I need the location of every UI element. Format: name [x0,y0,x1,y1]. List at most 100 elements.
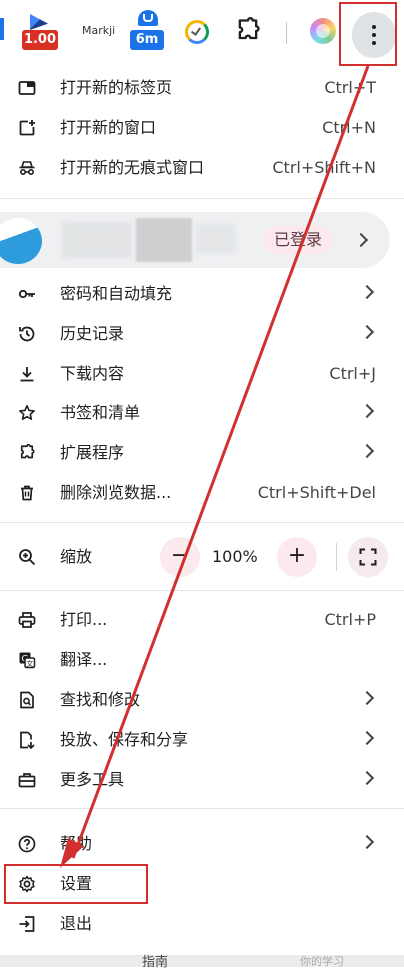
menu-item-shortcut: Ctrl+Shift+N [272,158,376,177]
menu-item-shortcut: Ctrl+T [324,78,376,97]
extensions-button[interactable] [232,10,264,52]
menu-item-label: 密码和自动填充 [60,284,173,303]
chevron-right-icon [359,324,375,340]
avatar [310,18,336,44]
download-icon [20,367,34,382]
menu-separator [0,590,404,591]
menu-item-label: 帮助 [60,834,93,853]
translate-icon: G文 [19,652,36,669]
menu-item-label: 打开新的标签页 [60,78,173,97]
zoom-out-button[interactable]: − [160,537,200,577]
chevron-right-icon [353,232,369,248]
history-icon [19,326,35,342]
menu-item-exit[interactable]: 退出 [0,904,404,944]
menu-item-label: 下载内容 [60,364,125,383]
menu-item-new-tab[interactable]: 打开新的标签页 Ctrl+T [0,68,404,108]
chevron-right-icon [359,403,375,419]
zoom-in-icon [19,549,36,566]
menu-item-label: 退出 [60,914,93,933]
menu-item-help[interactable]: 帮助 [0,824,404,864]
menu-item-passwords[interactable]: 密码和自动填充 [0,274,404,314]
chevron-right-icon [359,730,375,746]
menu-item-label: 更多工具 [60,770,125,789]
menu-item-label: 删除浏览数据... [60,483,172,502]
save-share-icon [20,731,35,749]
play-icon [30,14,48,30]
fullscreen-icon [359,548,377,566]
markji-extension-button[interactable]: Markji [72,10,122,52]
exit-icon [19,916,35,932]
menu-item-downloads[interactable]: 下载内容 Ctrl+J [0,354,404,394]
trash-icon [21,485,33,501]
zoom-in-button[interactable]: + [277,537,317,577]
menu-item-zoom: 缩放 − 100% + [0,535,404,579]
menu-item-more-tools[interactable]: 更多工具 [0,760,404,800]
page-behind-strip: 指南 你的学习 [0,955,404,970]
incognito-icon [19,161,35,176]
timer-extension-button[interactable]: 6m [126,10,166,52]
chevron-right-icon [359,770,375,786]
menu-item-shortcut: Ctrl+N [322,118,376,137]
menu-item-bookmarks[interactable]: 书签和清单 [0,393,404,433]
timer-badge: 6m [130,30,164,50]
browser-toolbar: 1.00 Markji 6m [0,0,404,66]
find-in-page-icon [20,691,34,709]
menu-item-label: 书签和清单 [60,403,141,422]
profile-name-redacted [62,222,132,258]
fullscreen-button[interactable] [348,537,388,577]
menu-item-new-window[interactable]: 打开新的窗口 Ctrl+N [0,108,404,148]
menu-separator [0,808,404,809]
annotation-box-settings [4,864,148,904]
menu-item-shortcut: Ctrl+Shift+Del [257,483,376,502]
new-window-icon [19,120,35,136]
menu-item-shortcut: Ctrl+P [324,610,376,629]
menu-item-extensions[interactable]: 扩展程序 [0,433,404,473]
chevron-right-icon [359,834,375,850]
puzzle-icon [238,17,260,40]
menu-item-history[interactable]: 历史记录 [0,314,404,354]
new-tab-icon [18,81,36,95]
puzzle-icon [20,444,35,459]
help-icon [18,835,36,853]
profile-row[interactable]: 已登录 [0,212,390,268]
menu-item-label: 扩展程序 [60,443,125,462]
tab-text: 指南 [142,955,169,970]
profile-avatar-button[interactable] [306,10,338,52]
speed-badge: 1.00 [22,30,58,50]
toolbar-divider [286,22,287,44]
menu-item-label: 翻译... [60,650,108,669]
key-icon [18,289,35,299]
speed-extension-button[interactable]: 1.00 [0,10,62,52]
clock-extension-button[interactable] [180,10,212,52]
menu-item-print[interactable]: 打印... Ctrl+P [0,600,404,640]
zoom-divider [336,543,337,571]
menu-item-incognito[interactable]: 打开新的无痕式窗口 Ctrl+Shift+N [0,148,404,188]
menu-item-find-edit[interactable]: 查找和修改 [0,680,404,720]
chevron-right-icon [359,690,375,706]
menu-item-label: 打开新的无痕式窗口 [60,158,205,177]
menu-item-translate[interactable]: G文 翻译... [0,640,404,680]
magnet-icon [138,10,158,26]
profile-avatar [0,218,42,264]
markji-label: Markji [82,24,116,37]
menu-separator [0,522,404,523]
menu-item-shortcut: Ctrl+J [329,364,376,383]
menu-item-label: 打开新的窗口 [60,118,157,137]
chevron-right-icon [359,443,375,459]
clock-check-icon [185,20,209,44]
profile-name-redacted [196,224,236,254]
menu-item-label: 历史记录 [60,324,125,343]
printer-icon [18,612,36,628]
menu-item-label: 投放、保存和分享 [60,730,189,749]
toolbox-icon [18,773,36,788]
profile-name-redacted [136,218,192,262]
chevron-right-icon [359,284,375,300]
menu-item-label: 打印... [60,610,108,629]
menu-item-label: 查找和修改 [60,690,141,709]
zoom-level: 100% [212,547,258,566]
menu-separator [0,198,404,199]
zoom-label: 缩放 [60,547,93,566]
signed-in-badge: 已登录 [262,226,335,254]
menu-item-clear-data[interactable]: 删除浏览数据... Ctrl+Shift+Del [0,473,404,513]
menu-item-cast-save-share[interactable]: 投放、保存和分享 [0,720,404,760]
